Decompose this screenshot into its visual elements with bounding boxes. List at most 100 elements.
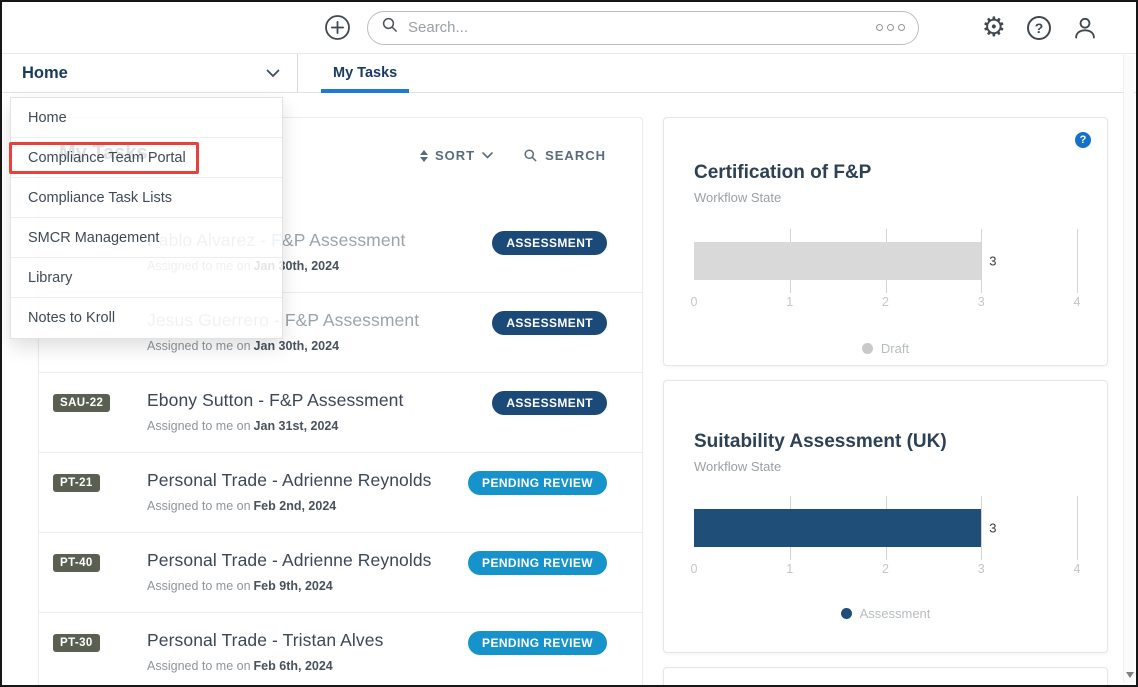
chart-title: Certification of F&P — [694, 162, 1077, 184]
task-assigned-text: Assigned to me onJan 31st, 2024 — [147, 419, 492, 433]
menu-item-label: Home — [28, 110, 67, 126]
task-id-cell: SAU-22 — [53, 390, 147, 412]
legend-dot — [862, 343, 873, 354]
menu-item-label: Compliance Task Lists — [28, 190, 172, 206]
task-assigned-text: Assigned to me onFeb 6th, 2024 — [147, 659, 468, 673]
menu-item-compliance-task-lists[interactable]: Compliance Task Lists — [11, 178, 282, 218]
axis-gridline — [981, 496, 982, 560]
app-window: ⚙ ? Home My Tasks My Tasks SORT — [0, 0, 1138, 687]
chart-bar — [694, 509, 981, 547]
status-badge: PENDING REVIEW — [468, 631, 607, 655]
task-info: Personal Trade - Adrienne Reynolds Assign… — [147, 550, 468, 593]
top-bar: ⚙ ? — [2, 2, 1136, 54]
tab-my-tasks[interactable]: My Tasks — [321, 54, 409, 92]
axis-labels: 01234 — [694, 295, 1077, 315]
scroll-down-icon[interactable] — [1126, 672, 1134, 678]
task-assigned-text: Assigned to me onFeb 2nd, 2024 — [147, 499, 468, 513]
task-assigned-text: Assigned to me onJan 30th, 2024 — [147, 339, 492, 353]
settings-gear-icon[interactable]: ⚙ — [982, 14, 1006, 41]
search-label: SEARCH — [545, 148, 606, 163]
axis-tick-label: 3 — [978, 295, 985, 309]
home-menu-toggle[interactable]: Home — [2, 54, 298, 92]
menu-item-library[interactable]: Library — [11, 258, 282, 298]
home-dropdown-menu: Home Compliance Team Portal Compliance Tas… — [10, 97, 283, 339]
axis-tick-label: 0 — [691, 562, 698, 576]
menu-item-compliance-team-portal[interactable]: Compliance Team Portal — [11, 138, 282, 178]
task-assigned-text: Assigned to me onFeb 9th, 2024 — [147, 579, 468, 593]
search-options-icon[interactable] — [876, 24, 905, 31]
sort-arrows-icon — [420, 150, 428, 162]
task-id-cell: PT-40 — [53, 550, 147, 572]
menu-item-notes-to-kroll[interactable]: Notes to Kroll — [11, 298, 282, 338]
task-info: Ebony Sutton - F&P AssessmentAssigned to… — [147, 390, 492, 433]
task-id-cell: PT-21 — [53, 470, 147, 492]
sort-control[interactable]: SORT — [420, 148, 493, 163]
user-profile-icon[interactable] — [1072, 15, 1098, 41]
menu-item-label: Compliance Team Portal — [28, 150, 186, 166]
menu-item-smcr-management[interactable]: SMCR Management — [11, 218, 282, 258]
chart-title: Suitability Assessment (UK) — [694, 431, 1077, 453]
menu-item-label: Library — [28, 270, 72, 286]
global-search-bar[interactable] — [367, 11, 919, 45]
status-badge: ASSESSMENT — [492, 311, 607, 335]
bar-value-label: 3 — [989, 254, 996, 269]
status-badge: ASSESSMENT — [492, 391, 607, 415]
task-date: Feb 6th, 2024 — [254, 659, 333, 673]
status-badge: PENDING REVIEW — [468, 551, 607, 575]
axis-tick-label: 1 — [786, 295, 793, 309]
legend-label: Assessment — [860, 606, 931, 621]
help-icon[interactable]: ? — [1027, 16, 1051, 40]
status-badge: ASSESSMENT — [492, 231, 607, 255]
axis-gridline — [1077, 229, 1078, 293]
assigned-prefix: Assigned to me on — [147, 339, 251, 353]
task-row[interactable]: PT-40 Personal Trade - Adrienne Reynolds A… — [39, 533, 642, 613]
gear-glyph: ⚙ — [982, 14, 1006, 41]
tab-label: My Tasks — [333, 65, 397, 81]
bar-value-label: 3 — [989, 521, 996, 536]
task-id-badge: PT-40 — [53, 554, 100, 572]
sort-label: SORT — [435, 148, 475, 163]
task-info: Personal Trade - Adrienne Reynolds Assign… — [147, 470, 468, 513]
axis-labels: 01234 — [694, 562, 1077, 582]
axis-tick-label: 3 — [978, 562, 985, 576]
assigned-prefix: Assigned to me on — [147, 579, 251, 593]
legend-dot — [841, 608, 852, 619]
chart-subtitle: Workflow State — [694, 190, 1077, 205]
chart-card-2: Suitability Assessment (UK)Workflow Stat… — [663, 380, 1108, 653]
task-row[interactable]: PT-30Personal Trade - Tristan Alves Assig… — [39, 613, 642, 687]
task-search-control[interactable]: SEARCH — [523, 148, 606, 163]
task-title: Personal Trade - Adrienne Reynolds — [147, 550, 468, 571]
create-plus-icon[interactable] — [324, 14, 351, 41]
task-date: Feb 9th, 2024 — [254, 579, 333, 593]
search-input[interactable] — [408, 19, 867, 36]
task-date: Feb 2nd, 2024 — [254, 499, 337, 513]
task-title: Personal Trade - Adrienne Reynolds — [147, 470, 468, 491]
chart-plot: 3 — [694, 229, 1077, 293]
menu-item-label: Notes to Kroll — [28, 310, 115, 326]
assigned-prefix: Assigned to me on — [147, 419, 251, 433]
task-title: Personal Trade - Tristan Alves — [147, 630, 468, 651]
nav-bar: Home My Tasks — [2, 54, 1136, 93]
assigned-prefix: Assigned to me on — [147, 499, 251, 513]
task-date: Jan 31st, 2024 — [254, 419, 339, 433]
task-id-badge: SAU-22 — [53, 394, 110, 412]
dashboard-column: ? Certification of F&P Workflow State 3 0 1 2 3… — [663, 117, 1108, 687]
menu-item-label: SMCR Management — [28, 230, 159, 246]
axis-tick-label: 2 — [882, 295, 889, 309]
chart-card-1: ? Certification of F&P Workflow State 3 0 1 2 3… — [663, 117, 1108, 366]
search-icon — [523, 148, 538, 163]
status-badge: PENDING REVIEW — [468, 471, 607, 495]
assigned-prefix: Assigned to me on — [147, 659, 251, 673]
vertical-scrollbar[interactable] — [1123, 55, 1134, 683]
chevron-down-icon — [482, 152, 493, 159]
nav-menu-label: Home — [22, 64, 68, 83]
task-row[interactable]: PT-21 Personal Trade - Adrienne Reynolds A… — [39, 453, 642, 533]
topbar-actions: ⚙ ? — [982, 14, 1098, 41]
task-id-badge: PT-21 — [53, 474, 100, 492]
axis-tick-label: 0 — [691, 295, 698, 309]
axis-tick-label: 2 — [882, 562, 889, 576]
task-row[interactable]: SAU-22 Ebony Sutton - F&P AssessmentAssig… — [39, 373, 642, 453]
menu-item-home[interactable]: Home — [11, 98, 282, 138]
task-id-cell: PT-30 — [53, 630, 147, 652]
help-icon[interactable]: ? — [1075, 132, 1091, 148]
